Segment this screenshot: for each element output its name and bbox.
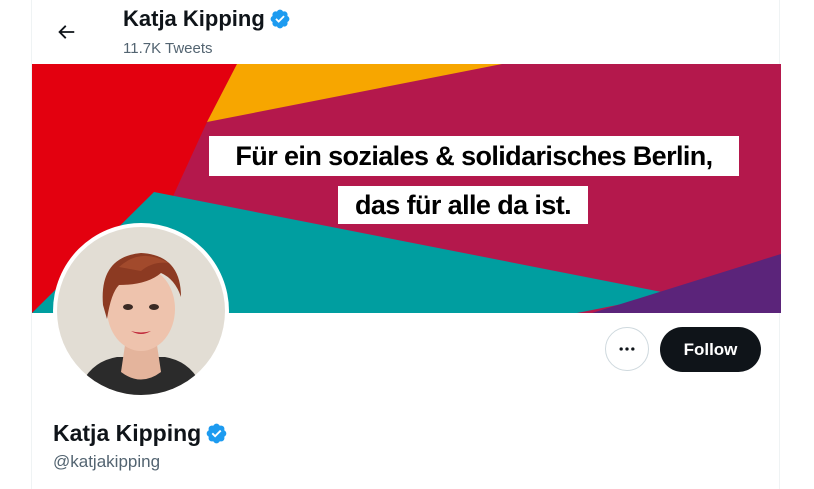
arrow-left-icon xyxy=(58,25,75,39)
avatar-photo xyxy=(57,227,225,395)
header-name: Katja Kipping xyxy=(123,6,265,31)
header-title: Katja Kipping xyxy=(123,6,291,32)
profile-name: Katja Kipping xyxy=(53,420,228,447)
verified-badge-icon xyxy=(270,9,290,29)
profile-handle: @katjakipping xyxy=(53,452,161,471)
verified-badge-icon xyxy=(206,423,227,444)
follow-button[interactable]: Follow xyxy=(660,327,761,372)
back-button[interactable] xyxy=(48,14,84,50)
profile-name-text: Katja Kipping xyxy=(53,420,202,446)
avatar[interactable] xyxy=(53,223,229,399)
more-options-button[interactable] xyxy=(605,327,649,371)
more-dots-icon xyxy=(619,347,635,351)
banner-slogan-line2: das für alle da ist. xyxy=(338,186,588,224)
banner-slogan-line1: Für ein soziales & solidarisches Berlin, xyxy=(209,136,739,176)
top-bar: Katja Kipping 11.7K Tweets xyxy=(32,0,779,64)
tweet-count: 11.7K Tweets xyxy=(123,40,213,57)
avatar-portrait xyxy=(57,227,225,395)
profile-column: Katja Kipping 11.7K Tweets Für ein sozia… xyxy=(31,0,781,489)
